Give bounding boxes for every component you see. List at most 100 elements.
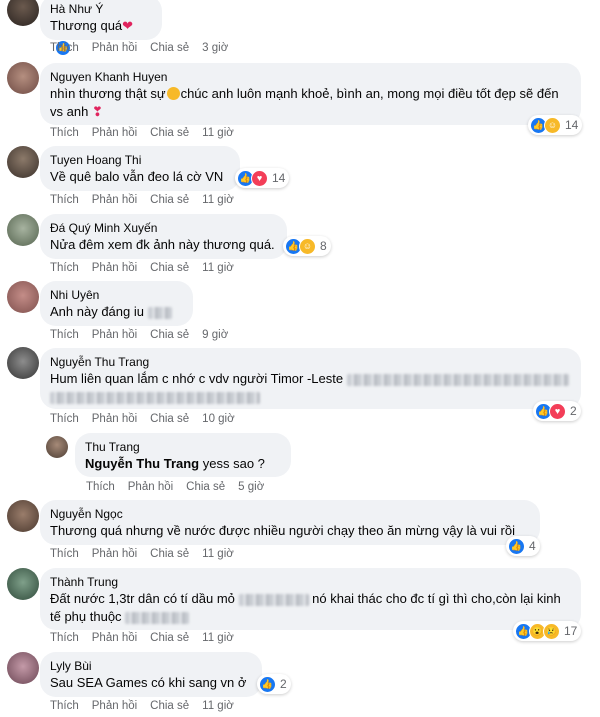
avatar[interactable] xyxy=(7,0,39,26)
timestamp[interactable]: 5 giờ xyxy=(238,481,264,493)
comment-text: Hum liên quan lắm c nhớ c vdv người Timo… xyxy=(50,370,571,388)
avatar[interactable] xyxy=(7,568,39,600)
avatar[interactable] xyxy=(7,347,39,379)
reply-button[interactable]: Phản hồi xyxy=(128,481,173,493)
timestamp[interactable]: 10 giờ xyxy=(202,413,234,425)
like-button[interactable]: Thích xyxy=(50,700,79,712)
share-button[interactable]: Chia sẻ xyxy=(150,329,189,341)
comment-text: Nửa đêm xem đk ảnh này thương quá. xyxy=(50,237,275,252)
like-reaction-icon: 👍 xyxy=(259,675,276,693)
comment-author[interactable]: Nguyễn Ngọc xyxy=(50,506,530,522)
like-button[interactable]: Thích xyxy=(86,481,115,493)
comment-text: Nguyễn Thu Trang yess sao ? xyxy=(85,456,265,471)
avatar[interactable] xyxy=(7,652,39,684)
comment-bubble: Thu Trang Nguyễn Thu Trang yess sao ? xyxy=(75,433,291,477)
comment-author[interactable]: Nguyen Khanh Huyen xyxy=(50,69,571,85)
like-button[interactable]: Thích xyxy=(50,548,79,560)
like-button[interactable]: Thích xyxy=(50,329,79,341)
timestamp[interactable]: 11 giờ xyxy=(202,194,234,206)
like-reaction-icon: 👍 xyxy=(508,537,525,555)
sad-emoji-icon xyxy=(166,87,180,100)
share-button[interactable]: Chia sẻ xyxy=(150,413,189,425)
share-button[interactable]: Chia sẻ xyxy=(150,632,189,644)
heart-emoji-icon: ❣ xyxy=(91,104,103,119)
reaction-summary[interactable]: 👍 ♥ 2 xyxy=(533,401,581,421)
blurred-link xyxy=(50,391,260,404)
comment-text: Về quê balo vẫn đeo lá cờ VN xyxy=(50,169,224,184)
reply-button[interactable]: Phản hồi xyxy=(92,632,137,644)
like-button[interactable]: Thích xyxy=(50,194,79,206)
comment-text-line xyxy=(50,388,571,406)
comment-text: Thương quá nhưng về nước được nhiều ngườ… xyxy=(50,523,516,538)
comment-bubble: Nguyễn Thu Trang Hum liên quan lắm c nhớ… xyxy=(40,348,581,409)
comment-actions: Thích Phản hồi Chia sẻ 11 giờ xyxy=(50,127,234,139)
avatar[interactable] xyxy=(7,146,39,178)
blurred-emoji xyxy=(147,306,172,319)
share-button[interactable]: Chia sẻ xyxy=(150,700,189,712)
share-button[interactable]: Chia sẻ xyxy=(150,548,189,560)
avatar[interactable] xyxy=(46,436,68,458)
reply-button[interactable]: Phản hồi xyxy=(92,700,137,712)
blurred-emoji xyxy=(238,593,309,606)
like-button[interactable]: Thích xyxy=(50,632,79,644)
timestamp[interactable]: 11 giờ xyxy=(202,700,234,712)
comment-author[interactable]: Hà Như Ý xyxy=(50,1,152,17)
avatar[interactable] xyxy=(7,500,39,532)
like-button[interactable]: Thích xyxy=(50,127,79,139)
comment-author[interactable]: Đá Quý Minh Xuyến xyxy=(50,220,277,236)
comment-text: Đất nước 1,3tr dân có tí dầu mỏ nó khai … xyxy=(50,591,561,606)
comment-actions: Thích Phản hồi Chia sẻ 11 giờ xyxy=(50,262,234,274)
love-reaction-icon: ♥ xyxy=(251,169,268,187)
reply-button[interactable]: Phản hồi xyxy=(92,42,137,54)
timestamp[interactable]: 9 giờ xyxy=(202,329,228,341)
share-button[interactable]: Chia sẻ xyxy=(150,194,189,206)
like-button[interactable]: Thích xyxy=(50,413,79,425)
blurred-link xyxy=(346,373,569,386)
timestamp[interactable]: 3 giờ xyxy=(202,42,228,54)
share-button[interactable]: Chia sẻ xyxy=(186,481,225,493)
comment-bubble: Nguyễn Ngọc Thương quá nhưng về nước đượ… xyxy=(40,500,540,545)
blurred-emoji xyxy=(125,611,190,624)
share-button[interactable]: Chia sẻ xyxy=(150,262,189,274)
heart-emoji-icon: ❤ xyxy=(122,18,134,33)
reaction-summary[interactable]: 👍 ☺ 8 xyxy=(283,236,331,256)
comment-author[interactable]: Thành Trung xyxy=(50,574,571,590)
timestamp[interactable]: 11 giờ xyxy=(202,548,234,560)
reaction-summary[interactable]: 👍 2 xyxy=(257,674,291,694)
share-button[interactable]: Chia sẻ xyxy=(150,42,189,54)
reaction-summary[interactable]: 👍 😮 😢 17 xyxy=(513,621,582,641)
comment-author[interactable]: Lyly Bùi xyxy=(50,658,252,674)
comment-author[interactable]: Nhi Uyên xyxy=(50,287,183,303)
share-button[interactable]: Chia sẻ xyxy=(150,127,189,139)
comment-text-line: tế phụ thuộc xyxy=(50,608,571,626)
comment-actions: Thích Phản hồi Chia sẻ 3 giờ xyxy=(50,42,228,54)
reply-button[interactable]: Phản hồi xyxy=(92,548,137,560)
timestamp[interactable]: 11 giờ xyxy=(202,632,234,644)
reaction-summary[interactable]: 👍 ☺ 14 xyxy=(528,115,583,135)
comment-author[interactable]: Nguyễn Thu Trang xyxy=(50,354,571,370)
reply-button[interactable]: Phản hồi xyxy=(92,127,137,139)
like-button[interactable]: Thích xyxy=(50,42,79,54)
comment-bubble: Lyly Bùi Sau SEA Games có khi sang vn ở xyxy=(40,652,262,697)
reaction-summary[interactable]: 👍 4 xyxy=(506,536,540,556)
comment-author[interactable]: Tuyen Hoang Thi xyxy=(50,152,230,168)
avatar[interactable] xyxy=(7,62,39,94)
reply-button[interactable]: Phản hồi xyxy=(92,413,137,425)
avatar[interactable] xyxy=(7,214,39,246)
reply-button[interactable]: Phản hồi xyxy=(92,262,137,274)
avatar[interactable] xyxy=(7,281,39,313)
love-reaction-icon: ♥ xyxy=(549,402,566,420)
comment-actions: Thích Phản hồi Chia sẻ 9 giờ xyxy=(50,329,228,341)
timestamp[interactable]: 11 giờ xyxy=(202,262,234,274)
reply-button[interactable]: Phản hồi xyxy=(92,329,137,341)
mention-link[interactable]: Nguyễn Thu Trang xyxy=(85,456,199,471)
timestamp[interactable]: 11 giờ xyxy=(202,127,234,139)
comment-author[interactable]: Thu Trang xyxy=(85,439,281,455)
comment-text: Anh này đáng iu xyxy=(50,303,183,321)
reply-button[interactable]: Phản hồi xyxy=(92,194,137,206)
comment-actions: Thích Phản hồi Chia sẻ 11 giờ xyxy=(50,700,234,712)
reaction-summary[interactable]: 👍 ♥ 14 xyxy=(235,168,290,188)
like-button[interactable]: Thích xyxy=(50,262,79,274)
comment-text-line: vs anh ❣ xyxy=(50,104,103,119)
comment-bubble: Nguyen Khanh Huyen nhìn thương thật sự ch… xyxy=(40,63,581,125)
